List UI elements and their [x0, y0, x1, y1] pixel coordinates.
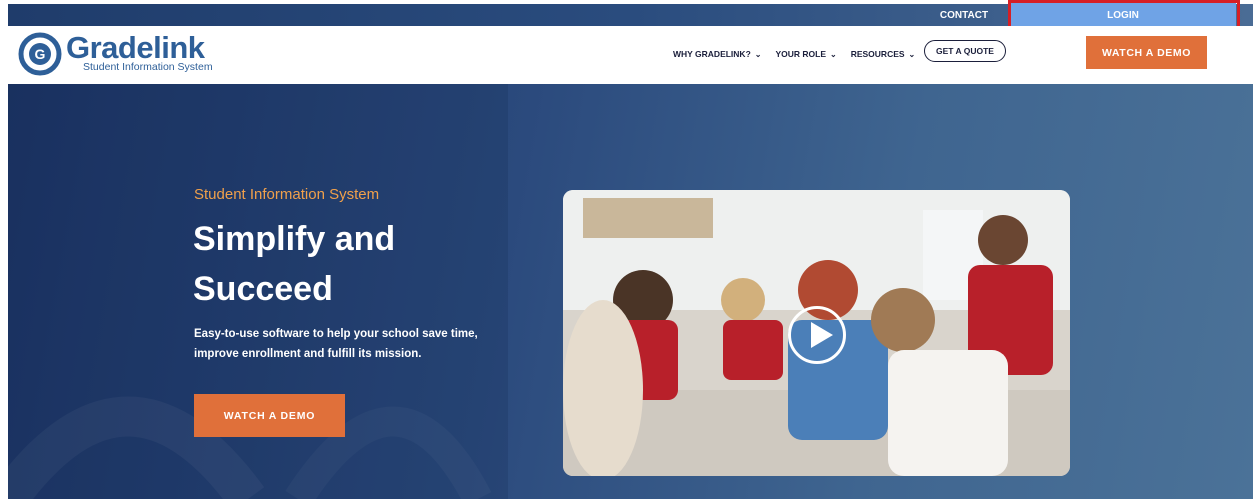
- hero-video-thumbnail[interactable]: [563, 190, 1070, 476]
- chevron-down-icon: ⌄: [754, 49, 762, 59]
- logo-tagline: Student Information System: [83, 61, 213, 73]
- watch-demo-hero-button[interactable]: WATCH A DEMO: [194, 394, 345, 437]
- hero-headline: Simplify and Succeed: [193, 220, 396, 308]
- nav-label: WHY GRADELINK?: [673, 49, 751, 59]
- nav-label: YOUR ROLE: [775, 49, 826, 59]
- get-a-quote-button[interactable]: GET A QUOTE: [924, 40, 1006, 62]
- nav-resources[interactable]: RESOURCES ⌄: [851, 49, 916, 59]
- play-icon[interactable]: [788, 306, 846, 364]
- contact-link[interactable]: CONTACT: [932, 4, 996, 26]
- hero-subcopy: Easy-to-use software to help your school…: [194, 328, 478, 360]
- utility-bar: CONTACT LOGIN: [8, 0, 1253, 30]
- gradelink-g-icon: G: [18, 32, 62, 76]
- hero-section: Student Information System Simplify and …: [8, 84, 1253, 499]
- svg-text:G: G: [35, 46, 46, 62]
- hero-eyebrow: Student Information System: [194, 186, 380, 203]
- nav-label: RESOURCES: [850, 49, 905, 59]
- nav-why-gradelink[interactable]: WHY GRADELINK? ⌄: [673, 49, 761, 59]
- chevron-down-icon: ⌄: [908, 49, 916, 59]
- site-header: G Gradelink Student Information System W…: [8, 26, 1253, 84]
- gradelink-logo[interactable]: G Gradelink Student Information System: [18, 30, 218, 78]
- chevron-down-icon: ⌄: [830, 49, 837, 59]
- watch-demo-header-button[interactable]: WATCH A DEMO: [1086, 36, 1207, 69]
- main-nav: WHY GRADELINK? ⌄ YOUR ROLE ⌄ RESOURCES ⌄: [673, 43, 929, 65]
- nav-your-role[interactable]: YOUR ROLE ⌄: [775, 49, 836, 59]
